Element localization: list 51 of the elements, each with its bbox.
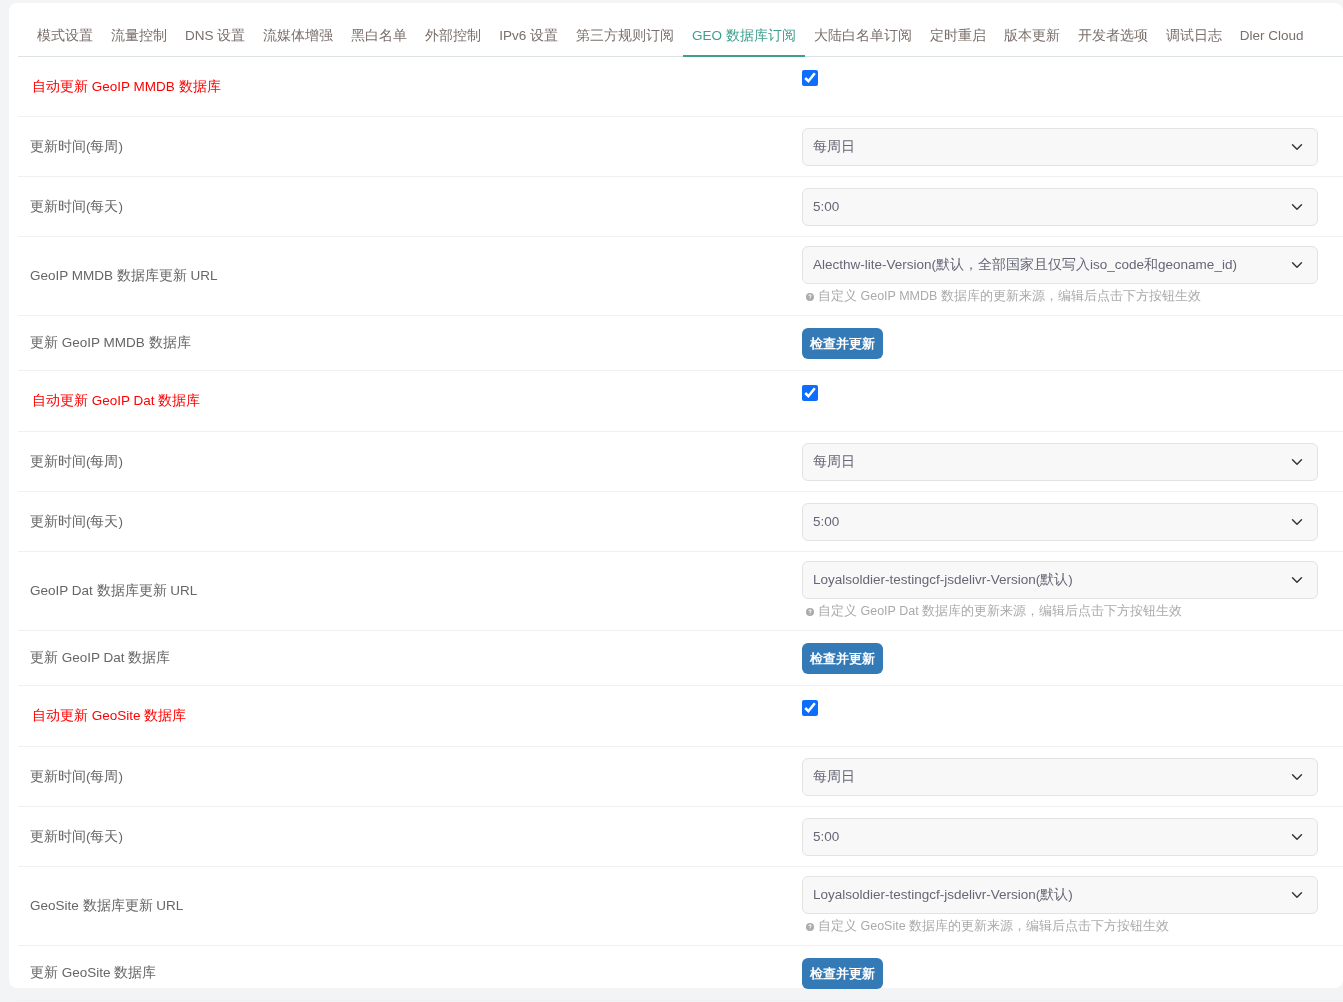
- setting-label: 更新时间(每周): [29, 452, 124, 471]
- tab[interactable]: 黑白名单: [342, 17, 417, 58]
- check-update-button[interactable]: 检查并更新: [802, 957, 883, 989]
- setting-label: GeoIP Dat 数据库更新 URL: [29, 582, 199, 601]
- dropdown-select[interactable]: 每周日: [802, 442, 1318, 481]
- setting-label: 更新时间(每周): [29, 767, 124, 786]
- help-icon: [806, 922, 814, 931]
- tab[interactable]: 外部控制: [416, 17, 491, 58]
- setting-label: GeoSite 数据库更新 URL: [29, 897, 185, 916]
- tab[interactable]: IPv6 设置: [490, 17, 568, 58]
- tab[interactable]: 定时重启: [920, 17, 995, 58]
- check-update-button[interactable]: 检查并更新: [802, 327, 883, 359]
- hint-text: 自定义 GeoSite 数据库的更新来源，编辑后点击下方按钮生效: [802, 917, 1318, 937]
- setting-label: 更新时间(每天): [29, 197, 124, 216]
- dropdown-select[interactable]: 5:00: [802, 817, 1318, 856]
- setting-label: 自动更新 GeoSite 数据库: [31, 707, 188, 726]
- tab[interactable]: 大陆白名单订阅: [804, 17, 921, 58]
- tab[interactable]: Dler Cloud: [1230, 17, 1313, 58]
- help-icon: [806, 607, 814, 616]
- dropdown-select[interactable]: 每周日: [802, 127, 1318, 166]
- dropdown-select[interactable]: 5:00: [802, 187, 1318, 226]
- checkbox[interactable]: [802, 384, 818, 401]
- dropdown-select[interactable]: Loyalsoldier-testingcf-jsdelivr-Version(默认): [802, 876, 1318, 915]
- setting-label: 更新 GeoIP Dat 数据库: [29, 649, 172, 668]
- dropdown-select[interactable]: Alecthw-lite-Version(默认，全部国家且仅写入iso_code和geoname_id): [802, 246, 1318, 285]
- tab[interactable]: 调试日志: [1156, 17, 1231, 58]
- hint-text: 自定义 GeoIP MMDB 数据库的更新来源，编辑后点击下方按钮生效: [802, 287, 1318, 307]
- setting-label: 更新 GeoIP MMDB 数据库: [29, 334, 192, 353]
- setting-label: 自动更新 GeoIP Dat 数据库: [31, 392, 202, 411]
- setting-label: 更新 GeoSite 数据库: [29, 964, 158, 983]
- setting-label: 更新时间(每周): [29, 137, 124, 156]
- setting-label: GeoIP MMDB 数据库更新 URL: [29, 267, 219, 286]
- tab[interactable]: DNS 设置: [176, 17, 255, 58]
- tab[interactable]: 流媒体增强: [254, 17, 343, 58]
- tab[interactable]: 模式设置: [28, 17, 102, 58]
- setting-label: 更新时间(每天): [29, 512, 124, 531]
- dropdown-select[interactable]: Loyalsoldier-testingcf-jsdelivr-Version(默认): [802, 561, 1318, 600]
- tab[interactable]: GEO 数据库订阅: [683, 17, 805, 58]
- tab[interactable]: 流量控制: [102, 17, 176, 58]
- checkbox[interactable]: [802, 70, 818, 86]
- help-icon: [806, 292, 814, 301]
- tab[interactable]: 开发者选项: [1068, 17, 1157, 58]
- tab[interactable]: 版本更新: [994, 17, 1069, 58]
- check-update-button[interactable]: 检查并更新: [802, 642, 883, 674]
- setting-label: 更新时间(每天): [29, 827, 124, 846]
- dropdown-select[interactable]: 每周日: [802, 757, 1318, 796]
- checkbox[interactable]: [802, 699, 818, 716]
- setting-label: 自动更新 GeoIP MMDB 数据库: [31, 77, 222, 96]
- dropdown-select[interactable]: 5:00: [802, 502, 1318, 541]
- tab[interactable]: 第三方规则订阅: [567, 17, 684, 58]
- hint-text: 自定义 GeoIP Dat 数据库的更新来源，编辑后点击下方按钮生效: [802, 602, 1318, 622]
